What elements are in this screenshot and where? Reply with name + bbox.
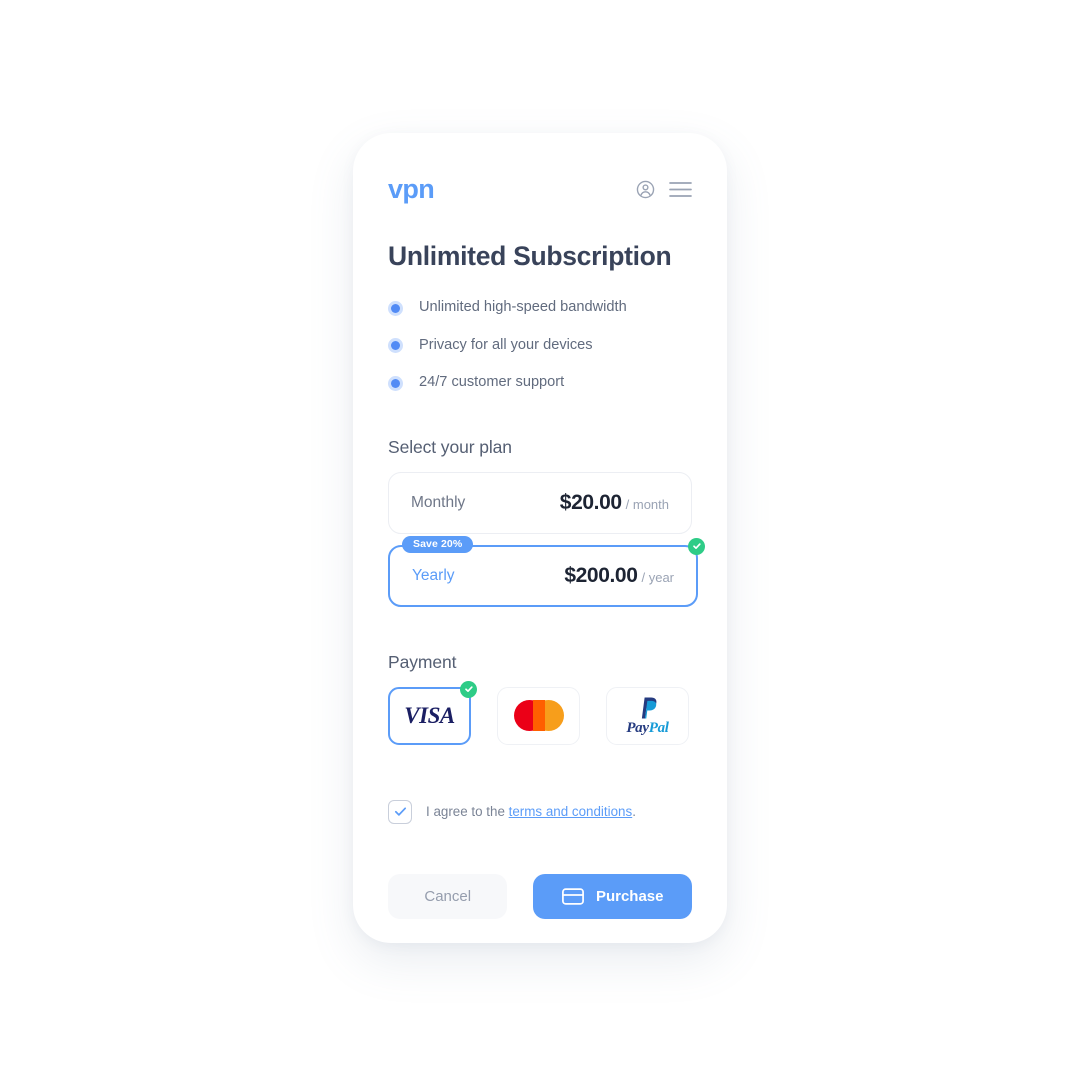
plan-price-group: $200.00 / year bbox=[564, 564, 674, 588]
payment-method-visa[interactable]: VISA bbox=[388, 680, 477, 745]
plan-name: Monthly bbox=[411, 493, 466, 511]
plan-period: / month bbox=[625, 496, 669, 512]
paypal-word-pay: Pay bbox=[626, 719, 649, 736]
app-header: vpn bbox=[388, 163, 692, 215]
plan-period: / year bbox=[641, 569, 674, 585]
page-title: Unlimited Subscription bbox=[388, 241, 672, 271]
terms-row: I agree to the terms and conditions. bbox=[388, 799, 692, 824]
bullet-icon bbox=[388, 300, 403, 316]
list-item: Privacy for all your devices bbox=[388, 337, 692, 355]
payment-heading: Payment bbox=[388, 651, 457, 672]
payment-method-mastercard[interactable] bbox=[497, 686, 580, 745]
purchase-button[interactable]: Purchase bbox=[533, 873, 692, 919]
subscription-card: vpn Unlimited Subscription Unlimited hig… bbox=[353, 133, 727, 943]
list-item: 24/7 customer support bbox=[388, 374, 692, 392]
bullet-icon bbox=[388, 338, 403, 354]
screen-background: vpn Unlimited Subscription Unlimited hig… bbox=[0, 0, 1080, 1080]
plan-name: Yearly bbox=[412, 566, 455, 584]
plans-heading: Select your plan bbox=[388, 436, 512, 457]
payment-method-list: VISA PayPal bbox=[388, 680, 692, 745]
feature-list: Unlimited high-speed bandwidth Privacy f… bbox=[388, 299, 692, 392]
plan-price-group: $20.00 / month bbox=[560, 491, 669, 515]
vpn-logo[interactable]: vpn bbox=[388, 175, 435, 203]
feature-label: 24/7 customer support bbox=[419, 374, 565, 391]
plan-option-yearly[interactable]: Save 20% Yearly $200.00 / year bbox=[388, 535, 705, 607]
terms-link[interactable]: terms and conditions bbox=[509, 804, 633, 819]
paypal-logo: PayPal bbox=[626, 696, 669, 736]
status-badge: Save 20% bbox=[402, 535, 474, 554]
terms-text-after: . bbox=[632, 804, 636, 820]
bullet-icon bbox=[388, 375, 403, 391]
selected-check-icon bbox=[460, 680, 477, 698]
header-actions bbox=[635, 179, 692, 200]
terms-text-before: I agree to the bbox=[426, 804, 509, 820]
paypal-p-icon bbox=[642, 697, 657, 719]
purchase-button-label: Purchase bbox=[595, 887, 664, 905]
plan-option-monthly[interactable]: Monthly $20.00 / month bbox=[388, 471, 692, 534]
plan-price: $20.00 bbox=[559, 490, 622, 514]
mastercard-logo bbox=[513, 700, 564, 732]
hamburger-menu-icon[interactable] bbox=[669, 181, 692, 198]
selected-check-icon bbox=[688, 537, 705, 555]
visa-logo: VISA bbox=[404, 702, 455, 728]
list-item: Unlimited high-speed bandwidth bbox=[388, 299, 692, 317]
action-bar: Cancel Purchase bbox=[388, 873, 692, 919]
paypal-word-pal: Pal bbox=[648, 719, 669, 736]
terms-label: I agree to the terms and conditions. bbox=[426, 804, 636, 819]
plan-price: $200.00 bbox=[564, 563, 638, 587]
account-circle-icon[interactable] bbox=[635, 179, 656, 200]
payment-method-paypal[interactable]: PayPal bbox=[606, 686, 689, 745]
credit-card-icon bbox=[561, 888, 584, 905]
cancel-button[interactable]: Cancel bbox=[388, 873, 508, 919]
terms-checkbox[interactable] bbox=[388, 799, 412, 824]
feature-label: Privacy for all your devices bbox=[419, 336, 593, 353]
feature-label: Unlimited high-speed bandwidth bbox=[419, 299, 627, 316]
